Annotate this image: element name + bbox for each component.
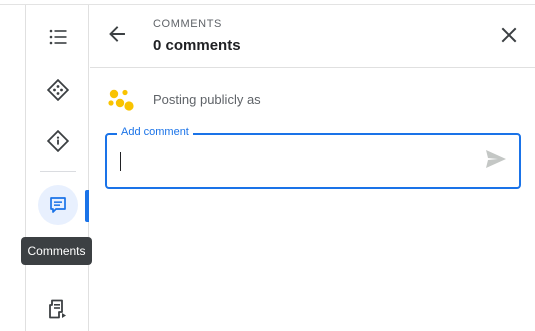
close-icon <box>500 26 518 49</box>
send-button[interactable] <box>483 148 509 174</box>
comments-panel: COMMENTS 0 comments Posting publicly as … <box>90 5 535 331</box>
info-button[interactable] <box>38 121 78 161</box>
queue-video-icon <box>47 298 69 320</box>
comment-field-label: Add comment <box>117 126 193 138</box>
comment-field: Add comment <box>105 126 521 189</box>
arrow-back-icon <box>107 24 127 49</box>
components-button[interactable] <box>38 70 78 110</box>
text-caret <box>120 152 121 171</box>
queue-button[interactable] <box>38 289 78 329</box>
comment-input[interactable] <box>119 149 479 173</box>
send-icon <box>485 149 507 174</box>
component-icon <box>47 79 69 101</box>
panel-overline: COMMENTS <box>153 18 222 30</box>
panel-title: 0 comments <box>153 37 241 54</box>
panel-header: COMMENTS 0 comments <box>90 5 535 68</box>
list-icon <box>48 27 68 47</box>
active-indicator <box>85 190 89 222</box>
side-rail <box>25 5 89 331</box>
comments-button[interactable] <box>38 185 78 225</box>
back-button[interactable] <box>102 21 132 51</box>
comment-icon <box>48 195 68 215</box>
avatar <box>107 87 135 115</box>
close-button[interactable] <box>494 22 524 52</box>
tooltip: Comments <box>21 237 92 265</box>
outline-button[interactable] <box>38 17 78 57</box>
posting-label: Posting publicly as <box>153 92 261 107</box>
info-diamond-icon <box>47 130 69 152</box>
rail-divider <box>40 171 76 172</box>
